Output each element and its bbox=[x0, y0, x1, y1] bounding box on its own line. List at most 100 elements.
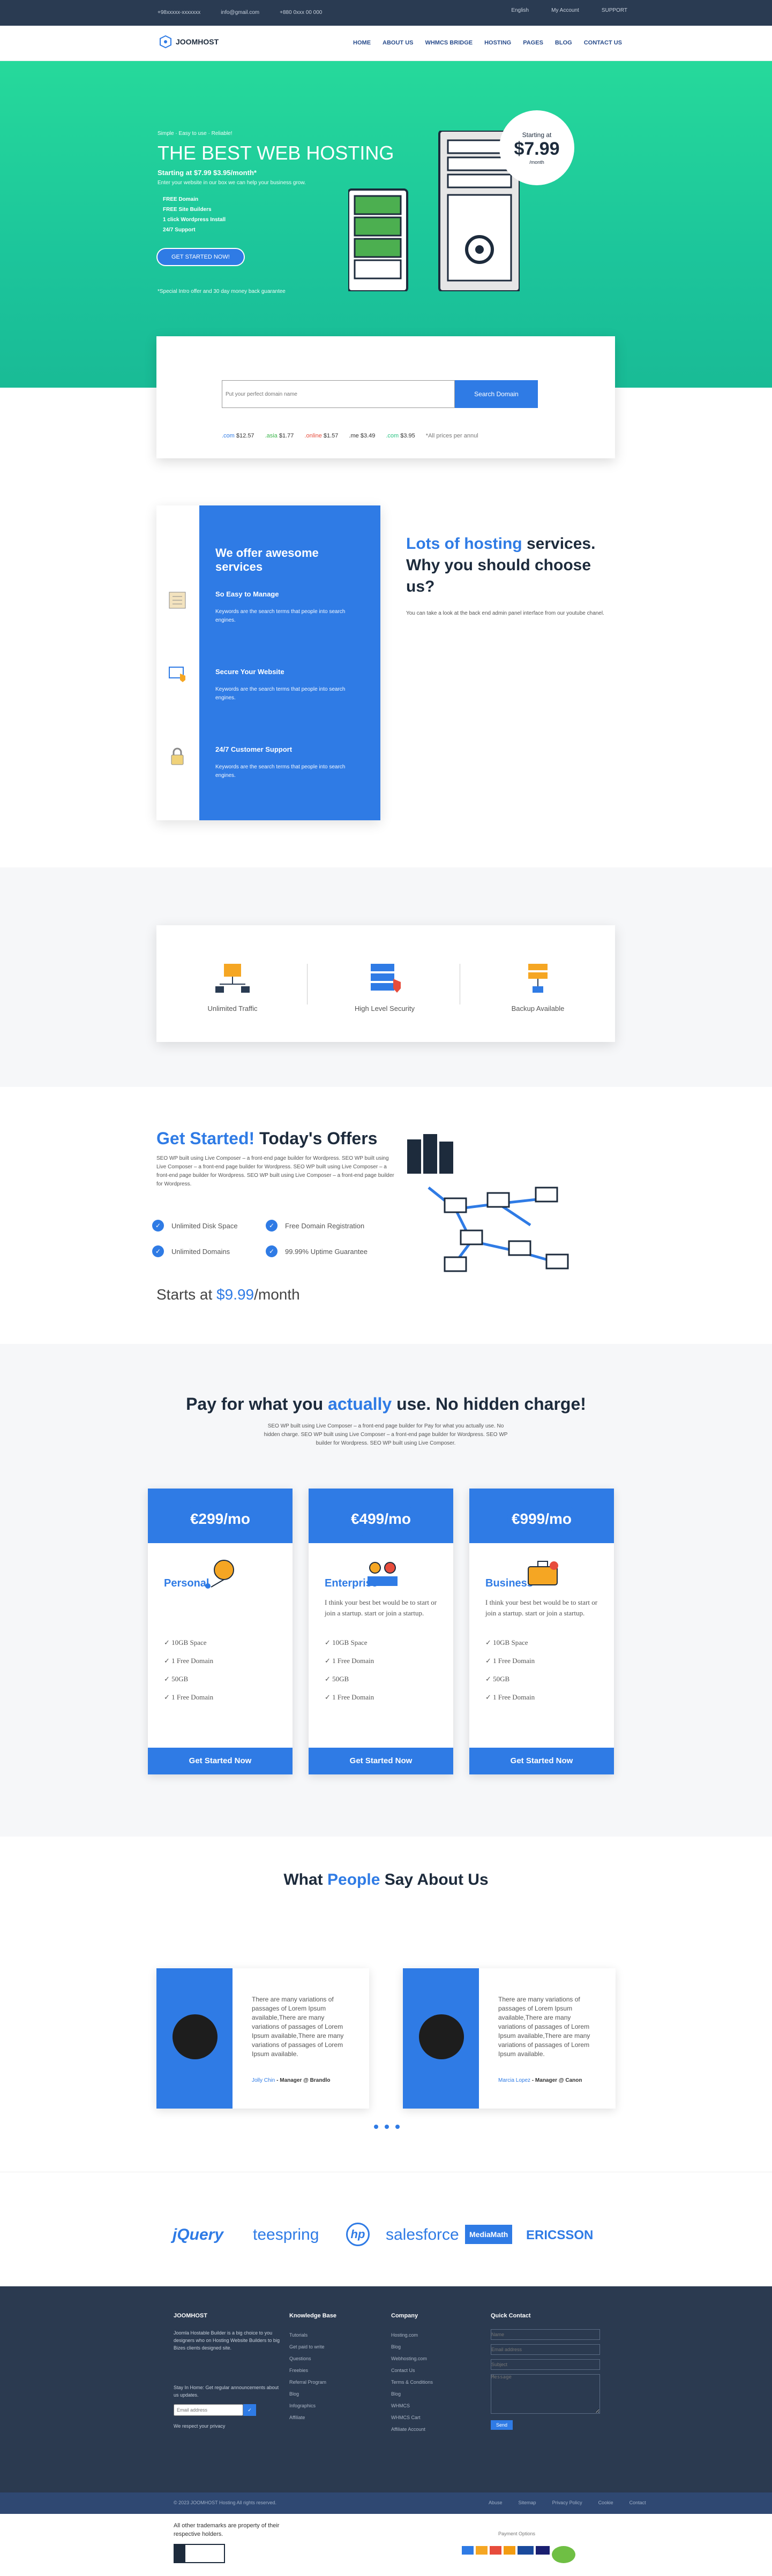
offer-check: ✓ Unlimited Domains bbox=[152, 1245, 230, 1257]
footer-link[interactable]: Affiliate Account bbox=[391, 2423, 433, 2435]
footer-knowledge-base: Knowledge Base Tutorials Get paid to writ… bbox=[289, 2310, 336, 2423]
newsletter-email-input[interactable] bbox=[174, 2404, 243, 2416]
balloon-icon bbox=[205, 1560, 234, 1589]
offer-check: ✓ 99.99% Uptime Guarantee bbox=[266, 1245, 368, 1257]
service-desc: Keywords are the search terms that peopl… bbox=[215, 609, 346, 623]
logo-text: JOOMHOST bbox=[176, 37, 219, 46]
get-started-now-button[interactable]: Get Started Now bbox=[148, 1748, 293, 1774]
footer-link[interactable]: Referral Program bbox=[289, 2376, 336, 2388]
brand-logo-hp: hp bbox=[346, 2223, 370, 2246]
bottom-link[interactable]: Abuse bbox=[489, 2500, 503, 2505]
footer-link[interactable]: Contact Us bbox=[391, 2365, 433, 2376]
footer-link[interactable]: Hosting.com bbox=[391, 2329, 433, 2341]
footer-link[interactable]: Blog bbox=[391, 2341, 433, 2353]
bottom-link[interactable]: Sitemap bbox=[519, 2500, 536, 2505]
offers-desc: SEO WP built using Live Composer – a fro… bbox=[156, 1155, 394, 1187]
check-icon: ✓ bbox=[152, 1245, 164, 1257]
contact-message-input[interactable] bbox=[491, 2374, 600, 2414]
feature-label: Unlimited Traffic bbox=[207, 1004, 258, 1013]
mastercard-icon bbox=[504, 2546, 515, 2555]
subscribe-button[interactable]: ✓ bbox=[243, 2404, 256, 2416]
price-value: $9.99 bbox=[216, 1286, 254, 1303]
footer-logo: JOOMHOST bbox=[174, 2313, 207, 2319]
plan-price: €999/mo bbox=[507, 1502, 576, 1536]
badge-top: Starting at bbox=[522, 131, 552, 139]
footer-link[interactable]: Terms & Conditions bbox=[391, 2376, 433, 2388]
nav-whmcs[interactable]: WHMCS BRIDGE bbox=[425, 40, 473, 46]
testimonial-card: There are many variations of passages of… bbox=[156, 1968, 369, 2109]
copyright-text: © 2023 JOOMHOST Hosting All rights reser… bbox=[174, 2500, 277, 2505]
footer-link[interactable]: Questions bbox=[289, 2353, 336, 2365]
topbar-email[interactable]: info@gmail.com bbox=[221, 10, 259, 16]
paypal-icon bbox=[518, 2546, 534, 2555]
get-started-button[interactable]: GET STARTED NOW! bbox=[158, 249, 244, 265]
service-item: 24/7 Customer Support Keywords are the se… bbox=[215, 745, 364, 823]
feature-item: Backup Available bbox=[484, 963, 591, 1013]
copyright-bar: © 2023 JOOMHOST Hosting All rights reser… bbox=[0, 2492, 772, 2514]
tld-price-item: .com $3.95 bbox=[386, 433, 415, 439]
check-icon: ✓ bbox=[152, 1220, 164, 1232]
footer-link[interactable]: Get paid to write bbox=[289, 2341, 336, 2353]
visa-icon bbox=[536, 2546, 550, 2555]
offer-check: ✓ Free Domain Registration bbox=[266, 1220, 364, 1232]
plan-feature: ✓ 50GB bbox=[485, 1675, 510, 1683]
nav-hosting[interactable]: HOSTING bbox=[484, 40, 511, 46]
bottom-link[interactable]: Contact bbox=[629, 2500, 646, 2505]
nav-contact[interactable]: CONTACT US bbox=[584, 40, 622, 46]
nav-home[interactable]: HOME bbox=[353, 40, 371, 46]
contact-email-input[interactable] bbox=[491, 2344, 600, 2355]
contact-name-input[interactable] bbox=[491, 2329, 600, 2340]
payment-options-label: Payment Options bbox=[498, 2531, 536, 2536]
footer-link[interactable]: WHMCS Cart bbox=[391, 2412, 433, 2423]
footer-link[interactable]: Affiliate bbox=[289, 2412, 336, 2423]
plan-feature: ✓ 1 Free Domain bbox=[485, 1693, 535, 1701]
features-section: Unlimited Traffic High Level Security Ba… bbox=[0, 867, 772, 1087]
search-domain-button[interactable]: Search Domain bbox=[455, 380, 538, 408]
service-title: Secure Your Website bbox=[215, 668, 284, 676]
my-account-link[interactable]: My Account bbox=[551, 7, 579, 13]
feature-item: High Level Security bbox=[331, 963, 438, 1013]
send-button[interactable]: Send bbox=[491, 2420, 513, 2430]
site-logo[interactable]: JOOMHOST bbox=[160, 35, 219, 48]
network-illustration bbox=[407, 1134, 569, 1272]
carousel-dot[interactable] bbox=[395, 2125, 400, 2129]
get-started-now-button[interactable]: Get Started Now bbox=[469, 1748, 614, 1774]
offer-check-label: 99.99% Uptime Guarantee bbox=[285, 1247, 368, 1256]
services-panel: We offer awesome services So Easy to Man… bbox=[156, 505, 380, 820]
footer-link[interactable]: Blog bbox=[391, 2388, 433, 2400]
nav-blog[interactable]: BLOG bbox=[555, 40, 572, 46]
footer-link[interactable]: Webhosting.com bbox=[391, 2353, 433, 2365]
plan-desc bbox=[164, 1597, 276, 1624]
topbar-hours: +880 0xxx 00 000 bbox=[280, 10, 323, 16]
brand-logo-salesforce: salesforce bbox=[386, 2226, 459, 2243]
footer-link[interactable]: WHMCS bbox=[391, 2400, 433, 2412]
footer-link[interactable]: Blog bbox=[289, 2388, 336, 2400]
testimonial-card: There are many variations of passages of… bbox=[403, 1968, 616, 2109]
support-link[interactable]: SUPPORT bbox=[602, 7, 627, 13]
nav-about[interactable]: ABOUT US bbox=[383, 40, 413, 46]
plan-feature: ✓ 1 Free Domain bbox=[325, 1657, 374, 1665]
nav-pages[interactable]: PAGES bbox=[523, 40, 543, 46]
testimonials-title-c: Say About Us bbox=[384, 1871, 489, 1888]
carousel-dot[interactable] bbox=[385, 2125, 389, 2129]
get-started-now-button[interactable]: Get Started Now bbox=[309, 1748, 453, 1774]
services-title: We offer awesome services bbox=[215, 546, 319, 573]
carousel-dot[interactable] bbox=[374, 2125, 378, 2129]
testimonials-title: What People Say About Us bbox=[0, 1871, 772, 1889]
pricing-desc: SEO WP built using Live Composer – a fro… bbox=[264, 1423, 508, 1446]
logo-icon bbox=[160, 35, 171, 48]
bottom-link[interactable]: Cookie bbox=[598, 2500, 613, 2505]
brand-logo-ericsson: ERICSSON bbox=[526, 2228, 594, 2242]
testimonial-text: There are many variations of passages of… bbox=[498, 1996, 590, 2058]
footer-link[interactable]: Infographics bbox=[289, 2400, 336, 2412]
plan-desc: I think your best bet would be to start … bbox=[325, 1598, 437, 1617]
tld-price-item: .asia $1.77 bbox=[265, 433, 294, 439]
footer-about-text: Joomla Hostable Builder is a big choice … bbox=[174, 2330, 280, 2351]
language-select[interactable]: English bbox=[511, 7, 529, 13]
contact-subject-input[interactable] bbox=[491, 2359, 600, 2370]
domain-search-input[interactable] bbox=[222, 380, 455, 408]
topbar-phone: +98xxxxx-xxxxxxx bbox=[158, 10, 201, 16]
footer-link[interactable]: Tutorials bbox=[289, 2329, 336, 2341]
bottom-link[interactable]: Privacy Policy bbox=[552, 2500, 582, 2505]
footer-link[interactable]: Freebies bbox=[289, 2365, 336, 2376]
